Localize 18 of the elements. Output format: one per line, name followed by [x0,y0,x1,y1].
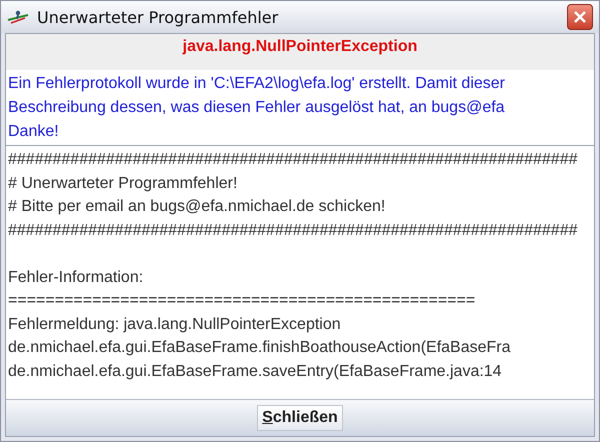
log-line: Fehler-Information: [8,268,144,288]
log-line: # Unerwarteter Programmfehler! [8,174,238,194]
log-line: ################################################################ [8,150,578,170]
close-button[interactable] [567,4,593,30]
message-text: Ein Fehlerprotokoll wurde in 'C:\EFA2\log\efa.log' erstellt. Damit dieser [8,74,505,94]
log-line: # Bitte per email an bugs@efa.nmichael.de schicken! [8,197,386,217]
message-text: Beschreibung dessen, was diesen Fehler ausgelöst hat, an bugs@efa [8,98,505,118]
log-line: de.nmichael.efa.gui.EfaBaseFrame.saveEntry(EfaBaseFrame.java:14 [8,362,502,382]
log-line: de.nmichael.efa.gui.EfaBaseFrame.finishBoathouseAction(EfaBaseFra [8,338,510,358]
window-title: Unerwarteter Programmfehler [37,8,280,26]
message-text: Danke! [8,122,59,142]
log-line: ================================================== [8,291,476,311]
close-icon [573,10,587,24]
exception-title: java.lang.NullPointerException [182,38,418,56]
log-line: ################################################################ [8,220,578,240]
rower-icon [7,9,29,25]
close-dialog-button[interactable]: Schließen [257,405,343,431]
log-line: Fehlermeldung: java.lang.NullPointerException [8,314,341,334]
